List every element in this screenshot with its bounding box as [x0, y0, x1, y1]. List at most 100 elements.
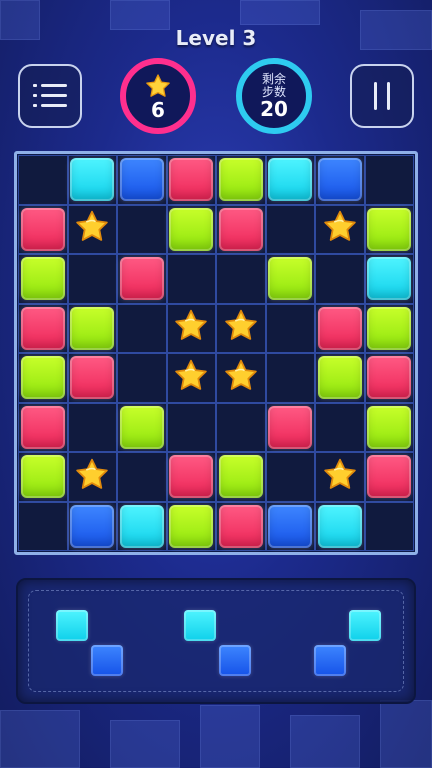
board-cell[interactable] [18, 501, 68, 551]
star-icon [73, 457, 111, 497]
board-cell[interactable] [315, 402, 365, 452]
board-cell[interactable] [315, 254, 365, 304]
star-icon [321, 209, 359, 249]
board-cell[interactable] [18, 155, 68, 205]
red-block [218, 207, 263, 251]
board-cell[interactable] [166, 452, 216, 502]
menu-button[interactable] [18, 64, 82, 128]
blue-block [119, 158, 164, 202]
lime-block [70, 306, 115, 350]
lime-block [367, 207, 412, 251]
board-cell[interactable] [315, 204, 365, 254]
cyan-piece-block [184, 610, 216, 641]
board-cell[interactable] [67, 303, 117, 353]
board-cell[interactable] [166, 204, 216, 254]
board-cell[interactable] [67, 254, 117, 304]
board-cell[interactable] [18, 402, 68, 452]
star-icon [146, 73, 170, 97]
board-cell[interactable] [166, 353, 216, 403]
lime-block [20, 257, 65, 301]
board-cell[interactable] [117, 155, 167, 205]
lime-block [367, 405, 412, 449]
board-cell[interactable] [18, 254, 68, 304]
board-cell[interactable] [216, 204, 266, 254]
board-cell[interactable] [216, 452, 266, 502]
board-cell[interactable] [364, 353, 414, 403]
board-cell[interactable] [67, 155, 117, 205]
board-cell[interactable] [117, 402, 167, 452]
pause-button[interactable] [350, 64, 414, 128]
board-cell[interactable] [67, 452, 117, 502]
board-cell[interactable] [265, 254, 315, 304]
board-cell[interactable] [216, 155, 266, 205]
blue-piece-block [91, 645, 123, 676]
board-cell[interactable] [216, 501, 266, 551]
piece-1[interactable] [56, 610, 126, 680]
board-cell[interactable] [364, 303, 414, 353]
lime-block [169, 504, 214, 548]
board-cell[interactable] [364, 501, 414, 551]
board-cell[interactable] [364, 155, 414, 205]
lime-block [169, 207, 214, 251]
steps-counter: 剩余 步数 20 [236, 58, 312, 134]
board-cell[interactable] [18, 204, 68, 254]
cyan-piece-block [56, 610, 88, 641]
board-cell[interactable] [265, 204, 315, 254]
piece-3[interactable] [314, 610, 384, 680]
board-cell[interactable] [364, 254, 414, 304]
lime-block [218, 455, 263, 499]
board-cell[interactable] [117, 204, 167, 254]
board-cell[interactable] [117, 353, 167, 403]
board-cell[interactable] [166, 501, 216, 551]
star-icon [321, 457, 359, 497]
board-cell[interactable] [18, 303, 68, 353]
star-icon [73, 209, 111, 249]
board-cell[interactable] [67, 353, 117, 403]
board-cell[interactable] [315, 353, 365, 403]
blue-piece-block [219, 645, 251, 676]
board-cell[interactable] [216, 303, 266, 353]
piece-2[interactable] [184, 610, 254, 680]
lime-block [20, 356, 65, 400]
board-cell[interactable] [117, 254, 167, 304]
board-cell[interactable] [265, 155, 315, 205]
board-cell[interactable] [67, 501, 117, 551]
red-block [367, 356, 412, 400]
board-cell[interactable] [315, 501, 365, 551]
board-cell[interactable] [364, 204, 414, 254]
lime-block [317, 356, 362, 400]
board-cell[interactable] [216, 254, 266, 304]
board-cell[interactable] [166, 155, 216, 205]
lime-block [119, 405, 164, 449]
board-cell[interactable] [265, 501, 315, 551]
board-cell[interactable] [166, 254, 216, 304]
board-cell[interactable] [166, 402, 216, 452]
menu-icon [33, 83, 67, 109]
board-cell[interactable] [315, 303, 365, 353]
lime-block [20, 455, 65, 499]
board-cell[interactable] [364, 452, 414, 502]
red-block [367, 455, 412, 499]
board-cell[interactable] [315, 452, 365, 502]
red-block [268, 405, 313, 449]
board-cell[interactable] [18, 353, 68, 403]
board-cell[interactable] [18, 452, 68, 502]
board-cell[interactable] [315, 155, 365, 205]
board-cell[interactable] [117, 501, 167, 551]
board-cell[interactable] [216, 353, 266, 403]
board-cell[interactable] [117, 452, 167, 502]
board-cell[interactable] [265, 402, 315, 452]
board-cell[interactable] [364, 402, 414, 452]
blue-piece-block [314, 645, 346, 676]
board-cell[interactable] [216, 402, 266, 452]
board-cell[interactable] [67, 402, 117, 452]
board-cell[interactable] [117, 303, 167, 353]
board-cell[interactable] [265, 452, 315, 502]
level-title: Level 3 [175, 26, 257, 50]
pause-icon [374, 82, 390, 110]
cyan-block [367, 257, 412, 301]
board-cell[interactable] [67, 204, 117, 254]
board-cell[interactable] [166, 303, 216, 353]
board-cell[interactable] [265, 303, 315, 353]
board-cell[interactable] [265, 353, 315, 403]
